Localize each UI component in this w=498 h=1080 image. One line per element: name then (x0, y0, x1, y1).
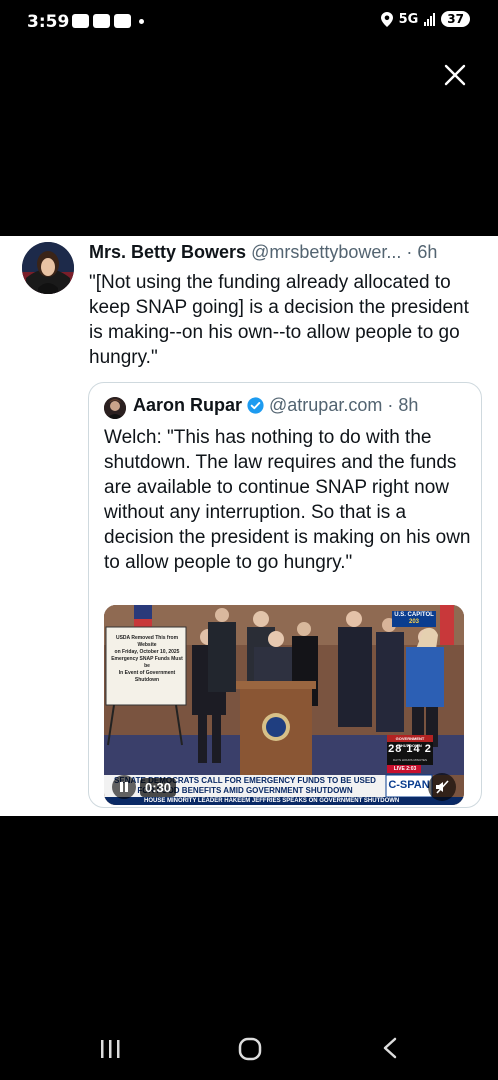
shutdown-countdown: 28 14 2 (388, 743, 432, 755)
app-icon (93, 14, 110, 28)
author-name[interactable]: Mrs. Betty Bowers (89, 242, 246, 262)
quoted-tweet-time: · 8h (387, 395, 419, 415)
close-icon (444, 64, 466, 86)
gallery-icon (72, 14, 89, 28)
recent-apps-icon[interactable] (99, 1038, 123, 1060)
avatar-image (22, 242, 74, 294)
author-handle[interactable]: @mrsbettybower... (251, 242, 401, 262)
video-player[interactable]: USDA Removed This from Website on Friday… (104, 605, 464, 805)
quoted-avatar-image (104, 397, 126, 419)
live-badge: LIVE 2:03 (393, 766, 417, 772)
quoted-author-handle[interactable]: @atrupar.com (269, 395, 382, 416)
quoted-tweet-text: Welch: "This has nothing to do with the … (104, 427, 471, 573)
location-badge: U.S. CAPITOL 203 (394, 612, 434, 625)
pause-icon (120, 782, 128, 792)
status-right: 5G 37 (380, 11, 470, 27)
network-logo: C-SPAN (388, 779, 430, 791)
navigation-bar (0, 1018, 498, 1080)
tweet-header: Mrs. Betty Bowers @mrsbettybower... · 6h (89, 242, 437, 263)
notification-icons (72, 14, 144, 28)
verified-icon (247, 397, 264, 414)
quoted-author-name[interactable]: Aaron Rupar (133, 395, 242, 416)
quoted-header: Aaron Rupar @atrupar.com · 8h (133, 395, 418, 416)
news-ticker: HOUSE MINORITY LEADER HAKEEM JEFFRIES SP… (144, 798, 400, 804)
mute-button[interactable] (428, 773, 456, 801)
author-avatar[interactable] (22, 242, 74, 294)
back-icon[interactable] (380, 1036, 400, 1060)
close-button[interactable] (440, 60, 470, 90)
battery-indicator: 37 (441, 11, 470, 27)
network-type: 5G (398, 11, 419, 27)
status-bar: 3:59 5G 37 (0, 0, 498, 44)
tweet-text: "[Not using the funding already allocate… (89, 272, 469, 368)
signal-icon (424, 12, 436, 26)
location-icon (380, 11, 393, 27)
countdown-units: DAYS HOURS MINUTES (393, 758, 427, 762)
home-icon[interactable] (237, 1036, 263, 1062)
tweet-card[interactable]: Mrs. Betty Bowers @mrsbettybower... · 6h… (0, 236, 498, 816)
more-notifications-icon (139, 18, 144, 24)
tweet-time: · 6h (406, 242, 438, 262)
video-duration: 0:30 (140, 777, 177, 797)
pause-button[interactable] (112, 775, 136, 799)
quoted-tweet[interactable]: Aaron Rupar @atrupar.com · 8h Welch: "Th… (88, 382, 482, 808)
youtube-icon (114, 14, 131, 28)
sign-text: USDA Removed This from Website on Friday… (111, 635, 183, 683)
mute-icon (436, 780, 449, 794)
video-controls: 0:30 (112, 775, 177, 799)
status-time: 3:59 (27, 12, 70, 32)
quoted-author-avatar (104, 397, 126, 419)
